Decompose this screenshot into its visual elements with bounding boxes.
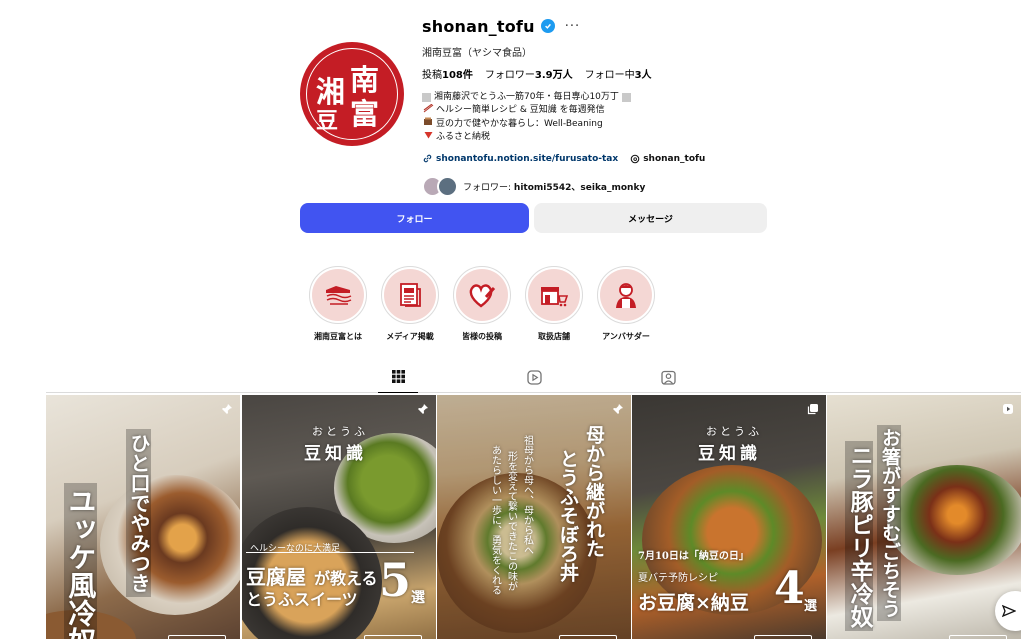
post-tofu-sweets[interactable]: おとうふ 豆知識 ヘルシーなのに大満足 豆腐屋 が教える とうふスイーツ 5 選: [242, 395, 436, 639]
post-series: 豆知識: [698, 444, 761, 464]
chopsticks-icon: [422, 103, 434, 118]
message-button[interactable]: メッセージ: [534, 203, 767, 233]
profile-avatar[interactable]: 南 富 湘 豆: [300, 42, 404, 146]
heart-pen-icon: [469, 284, 496, 308]
more-options-icon[interactable]: ···: [565, 19, 580, 34]
posts-count: 投稿108件: [422, 70, 473, 81]
pin-icon: [417, 400, 429, 419]
bio-line-2: ヘルシー簡単レシピ & 豆知識 を毎週発信: [436, 105, 605, 116]
floating-share-button[interactable]: [995, 591, 1021, 631]
brand-stamp-logo: [559, 635, 617, 639]
posts-grid-icon: [391, 370, 405, 383]
brand-stamp-logo: [168, 635, 226, 639]
brand-logo: 南 富 湘 豆: [300, 42, 404, 146]
followed-by[interactable]: フォロワー: hitomi5542、seika_monky: [422, 176, 842, 198]
pin-icon: [221, 400, 233, 419]
highlight-media[interactable]: メディア掲載: [381, 266, 439, 342]
person-icon: [616, 283, 636, 308]
post-unit: 選: [804, 599, 818, 614]
website-link[interactable]: shonantofu.notion.site/furusato-tax: [422, 153, 618, 164]
post-tofu-soboro-don[interactable]: 母から継がれた とうふそぼろ丼 祖母から母へ、母から私へ 形を変えて繋いできたこ…: [437, 395, 631, 639]
verified-badge-icon: [540, 19, 555, 33]
story-highlights: 湘南豆富とは メディア掲載 皆様の投稿 取扱店舗 アンバサダー: [309, 266, 655, 342]
tagged-icon: [660, 370, 676, 385]
tofu-icon: [422, 117, 434, 131]
follower-avatar: [437, 176, 458, 198]
highlight-label: メディア掲載: [386, 332, 434, 341]
bio-line-4: ふるさと納税: [436, 132, 491, 143]
highlight-stores[interactable]: 取扱店舗: [525, 266, 583, 342]
reel-icon: [1002, 400, 1014, 419]
post-kicker: おとうふ: [312, 425, 368, 438]
post-title-line-2: とうふスイーツ: [246, 590, 358, 609]
post-unit: 選: [411, 590, 425, 606]
threads-link[interactable]: shonan_tofu: [630, 154, 705, 164]
bio-line-1: 湘南藤沢でとうふ一筋70年・毎日専心10万丁: [434, 92, 619, 102]
red-triangle-icon: [422, 131, 434, 144]
store-cart-icon: [541, 287, 569, 307]
brand-stamp-logo: [949, 635, 1007, 639]
tab-posts[interactable]: [378, 367, 418, 393]
post-note-line-2: 形を変えて繋いできたこの味が: [505, 451, 517, 591]
post-title-line-1: 母から継がれた: [582, 425, 605, 558]
link-icon: [423, 154, 432, 163]
post-date-line: 7月10日は「納豆の日」: [638, 551, 749, 562]
post-title-line-2: ニラ豚ピリ辛冷奴: [845, 441, 874, 631]
newspaper-icon: [400, 283, 421, 307]
post-title-line-2: ユッケ風冷奴: [64, 483, 98, 639]
bio: 湘南藤沢でとうふ一筋70年・毎日専心10万丁 ヘルシー簡単レシピ & 豆知識 を…: [422, 91, 842, 145]
post-title: お豆腐×納豆: [638, 592, 749, 614]
highlight-label: 湘南豆富とは: [314, 332, 362, 341]
post-number: 5: [379, 553, 412, 607]
post-note-line-1: 祖母から母へ、母から私へ: [521, 435, 533, 555]
post-tofu-natto[interactable]: おとうふ 豆知識 7月10日は「納豆の日」 夏バテ予防レシピ お豆腐×納豆 4 …: [632, 395, 826, 639]
post-kicker: おとうふ: [706, 425, 762, 438]
post-subtitle: 夏バテ予防レシピ: [638, 573, 718, 584]
post-nira-buta-hiyayakko[interactable]: お箸がすすむごちそう ニラ豚ピリ辛冷奴: [827, 395, 1021, 639]
following-count[interactable]: フォロー中3人: [585, 66, 652, 81]
profile-links: shonantofu.notion.site/furusato-tax shon…: [422, 151, 842, 167]
send-icon: [1002, 604, 1016, 618]
tab-reels[interactable]: [514, 367, 554, 393]
post-note-line-3: あたらしい一歩に、勇気をくれる: [489, 445, 501, 595]
highlight-label: 皆様の投稿: [462, 332, 502, 341]
highlight-label: アンバサダー: [602, 332, 650, 341]
factory-icon: [326, 286, 352, 305]
post-yukke-hiyayakko[interactable]: ひと口でやみつき ユッケ風冷奴: [46, 395, 240, 639]
brand-stamp-logo: [364, 635, 422, 639]
post-title-line-1: お箸がすすむごちそう: [877, 425, 901, 621]
posts-grid: ひと口でやみつき ユッケ風冷奴 おとうふ 豆知識 ヘルシーなのに大満足 豆腐屋 …: [46, 395, 1021, 639]
highlight-ambassador[interactable]: アンバサダー: [597, 266, 655, 342]
bio-line-3: 豆の力で健やかな暮らし：Well-Beaning: [436, 118, 603, 129]
highlight-label: 取扱店舗: [538, 332, 570, 341]
post-title-line-2: とうふそぼろ丼: [556, 449, 579, 582]
post-number: 4: [774, 563, 805, 614]
followers-count[interactable]: フォロワー3.9万人: [485, 66, 573, 81]
full-name: 湘南豆富（ヤシマ食品）: [422, 48, 532, 59]
brand-stamp-logo: [754, 635, 812, 639]
username: shonan_tofu: [422, 16, 535, 36]
pin-icon: [612, 400, 624, 419]
threads-icon: [630, 154, 640, 163]
profile-stats: 投稿108件 フォロワー3.9万人 フォロー中3人: [422, 66, 842, 81]
highlight-community[interactable]: 皆様の投稿: [453, 266, 511, 342]
post-title-line-1: ひと口でやみつき: [126, 429, 151, 597]
post-series: 豆知識: [304, 444, 367, 464]
reels-icon: [526, 370, 542, 385]
carousel-icon: [807, 400, 819, 419]
profile-info: shonan_tofu ··· 湘南豆富（ヤシマ食品） 投稿108件 フォロワー…: [422, 14, 842, 198]
highlight-about[interactable]: 湘南豆富とは: [309, 266, 367, 342]
follow-button[interactable]: フォロー: [300, 203, 529, 233]
tab-tagged[interactable]: [648, 367, 688, 393]
